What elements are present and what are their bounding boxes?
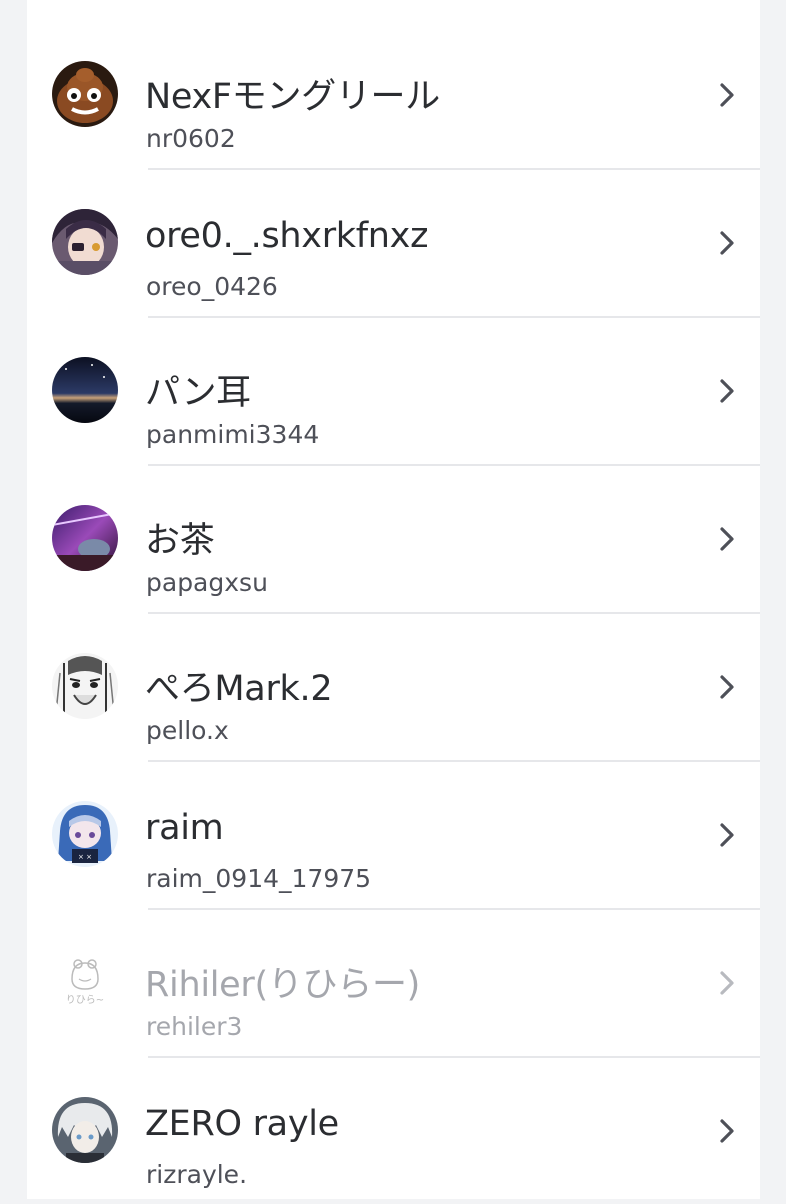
row-divider [148, 908, 760, 910]
chevron-right-icon [720, 83, 734, 107]
chevron-right-icon [720, 527, 734, 551]
username: rehiler3 [146, 1012, 243, 1041]
chevron-right-icon [720, 675, 734, 699]
friend-row[interactable]: ore0._.shxrkfnxz oreo_0426 [27, 168, 760, 316]
avatar: りひら~ [52, 949, 118, 1015]
friend-row[interactable]: × × raim raim_0914_17975 [27, 760, 760, 908]
row-divider [148, 168, 760, 170]
row-divider [148, 316, 760, 318]
avatar [52, 209, 118, 275]
username: raim_0914_17975 [146, 864, 372, 893]
friend-row[interactable]: ぺろMark.2 pello.x [27, 612, 760, 760]
friend-row[interactable]: りひら~ Rihiler(りひらー) rehiler3 [27, 908, 760, 1056]
avatar: × × [52, 801, 118, 867]
display-name: ぺろMark.2 [145, 669, 333, 709]
chevron-right-icon [720, 971, 734, 995]
row-divider [148, 464, 760, 466]
chevron-right-icon [720, 823, 734, 847]
svg-text:りひら~: りひら~ [66, 994, 104, 1006]
friend-row[interactable]: NexFモングリール nr0602 [27, 20, 760, 168]
row-divider [148, 1056, 760, 1058]
svg-text:× ×: × × [78, 853, 92, 861]
display-name: ZERO rayle [145, 1104, 339, 1144]
username: pello.x [146, 716, 229, 745]
display-name: ore0._.shxrkfnxz [145, 216, 429, 256]
friend-row[interactable]: お茶 papagxsu [27, 464, 760, 612]
avatar [52, 1097, 118, 1163]
friend-row[interactable]: ZERO rayle rizrayle. [27, 1056, 760, 1204]
username: oreo_0426 [146, 272, 278, 301]
chevron-right-icon [720, 379, 734, 403]
avatar [52, 357, 118, 423]
avatar [52, 61, 118, 127]
chevron-right-icon [720, 1119, 734, 1143]
avatar [52, 505, 118, 571]
friend-row[interactable]: パン耳 panmimi3344 [27, 316, 760, 464]
username: nr0602 [146, 124, 236, 153]
username: panmimi3344 [146, 420, 320, 449]
row-divider [148, 612, 760, 614]
display-name: raim [145, 808, 224, 848]
friends-list: NexFモングリール nr0602 ore0._.shxrkfnxz oreo_… [27, 0, 760, 1199]
display-name: NexFモングリール [145, 77, 440, 117]
username: papagxsu [146, 568, 268, 597]
display-name: お茶 [145, 521, 215, 561]
avatar [52, 653, 118, 719]
chevron-right-icon [720, 231, 734, 255]
display-name: Rihiler(りひらー) [145, 965, 421, 1005]
username: rizrayle. [146, 1160, 248, 1189]
row-divider [148, 760, 760, 762]
display-name: パン耳 [145, 373, 251, 413]
